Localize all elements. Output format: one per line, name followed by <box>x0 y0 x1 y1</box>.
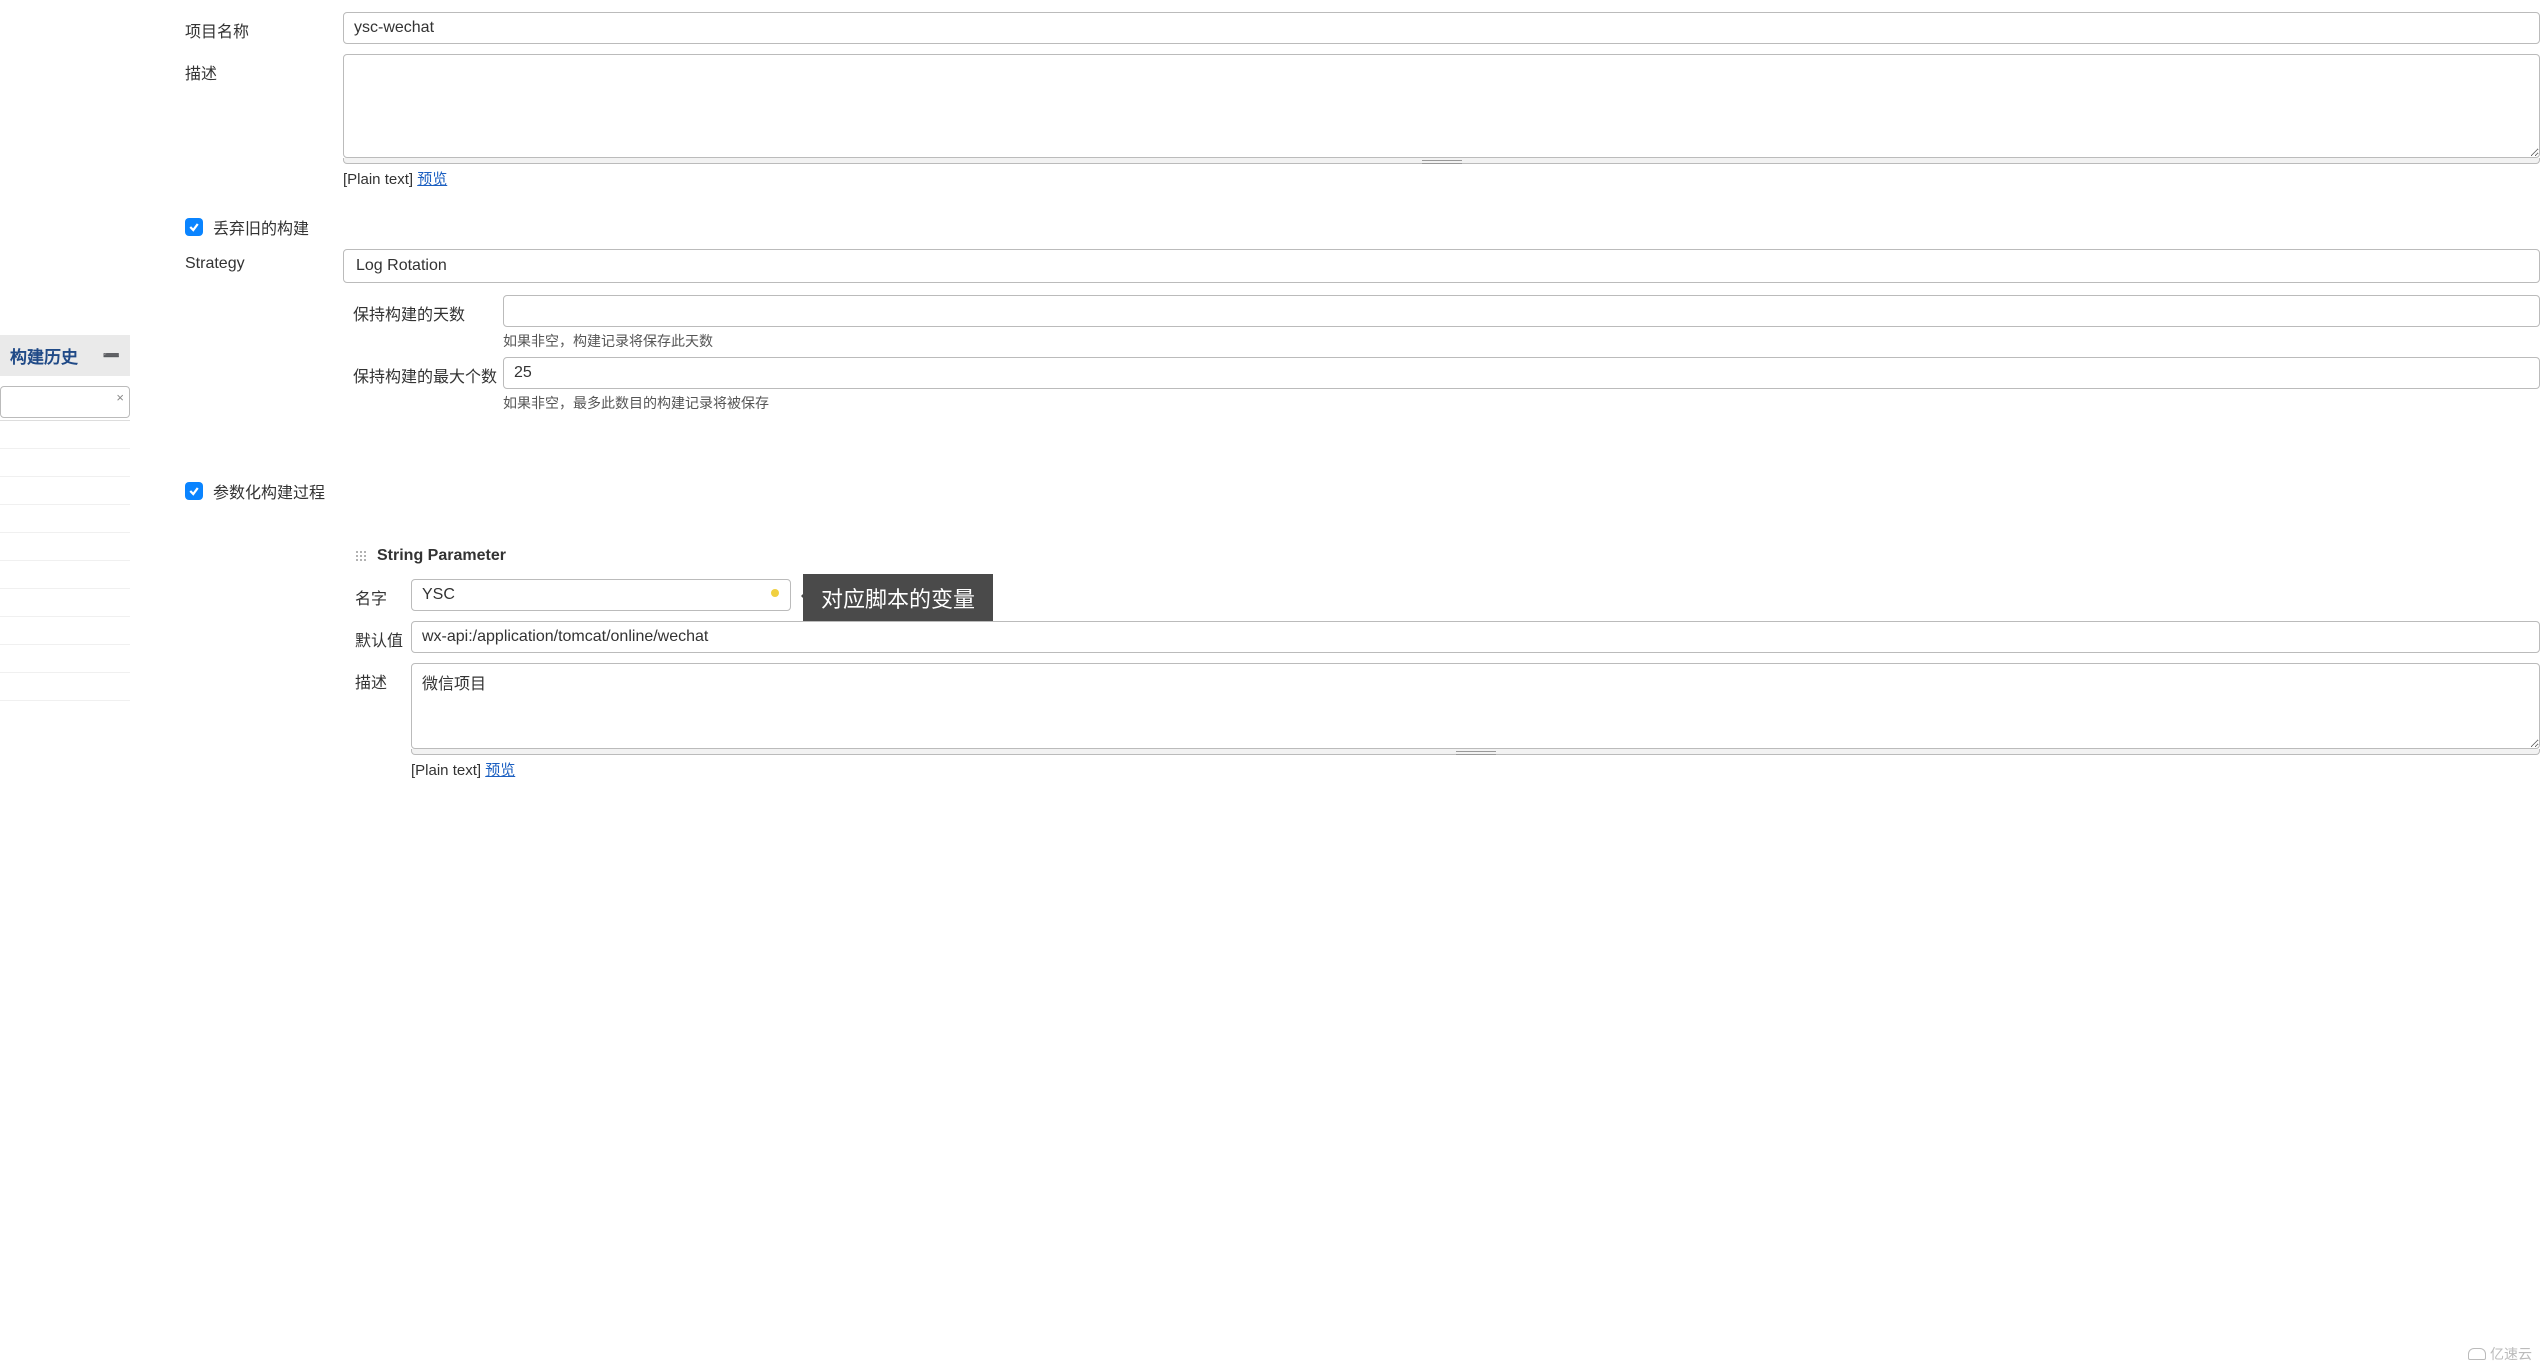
max-help-text: 如果非空，最多此数目的构建记录将被保存 <box>503 393 2540 413</box>
plain-text-label: [Plain text] <box>343 171 413 188</box>
list-item[interactable] <box>0 449 130 477</box>
list-item[interactable] <box>0 673 130 701</box>
preview-link[interactable]: 预览 <box>485 762 515 779</box>
days-help-text: 如果非空，构建记录将保存此天数 <box>503 331 2540 351</box>
preview-link[interactable]: 预览 <box>417 171 447 188</box>
collapse-icon[interactable]: ➖ <box>103 347 120 364</box>
project-name-input[interactable] <box>343 12 2540 44</box>
parameterized-checkbox[interactable] <box>185 482 203 500</box>
list-item[interactable] <box>0 477 130 505</box>
clear-search-icon[interactable]: × <box>116 390 124 405</box>
days-to-keep-label: 保持构建的天数 <box>353 295 503 325</box>
max-builds-input[interactable] <box>503 357 2540 389</box>
discard-old-builds-checkbox[interactable] <box>185 218 203 236</box>
build-history-title: 构建历史 <box>10 343 78 368</box>
param-desc-label: 描述 <box>355 663 411 693</box>
sidebar: 构建历史 ➖ × <box>0 0 130 1370</box>
list-item[interactable] <box>0 421 130 449</box>
indicator-dot-icon <box>771 589 779 597</box>
list-item[interactable] <box>0 645 130 673</box>
resize-handle[interactable] <box>411 749 2540 755</box>
resize-handle[interactable] <box>343 158 2540 164</box>
discard-old-builds-label: 丢弃旧的构建 <box>213 215 309 239</box>
build-history-list <box>0 421 130 701</box>
list-item[interactable] <box>0 533 130 561</box>
list-item[interactable] <box>0 505 130 533</box>
watermark-text: 亿速云 <box>2490 1344 2532 1364</box>
list-item[interactable] <box>0 589 130 617</box>
max-builds-label: 保持构建的最大个数 <box>353 357 503 387</box>
param-name-input[interactable] <box>411 579 791 611</box>
drag-handle-icon[interactable] <box>355 550 367 562</box>
param-name-label: 名字 <box>355 579 411 609</box>
description-textarea[interactable] <box>343 54 2540 158</box>
config-form: 项目名称 描述 [Plain text] 预览 丢 <box>130 0 2540 1370</box>
param-default-label: 默认值 <box>355 621 411 651</box>
build-history-header[interactable]: 构建历史 ➖ <box>0 335 130 376</box>
description-label: 描述 <box>185 54 343 84</box>
build-history-search-input[interactable] <box>0 386 130 418</box>
check-icon <box>188 221 200 233</box>
parameterized-label: 参数化构建过程 <box>213 479 325 503</box>
list-item[interactable] <box>0 617 130 645</box>
plain-text-label: [Plain text] <box>411 762 481 779</box>
param-desc-textarea[interactable] <box>411 663 2540 749</box>
string-parameter-title: String Parameter <box>377 547 506 565</box>
strategy-label: Strategy <box>185 249 343 273</box>
project-name-label: 项目名称 <box>185 12 343 42</box>
param-default-input[interactable] <box>411 621 2540 653</box>
build-history-search: × <box>0 386 130 421</box>
strategy-select[interactable]: Log Rotation <box>343 249 2540 283</box>
discard-old-builds-row[interactable]: 丢弃旧的构建 <box>185 215 343 239</box>
days-to-keep-input[interactable] <box>503 295 2540 327</box>
watermark: 亿速云 <box>2468 1344 2532 1364</box>
parameterized-row[interactable]: 参数化构建过程 <box>185 479 343 503</box>
list-item[interactable] <box>0 561 130 589</box>
tooltip: 对应脚本的变量 <box>803 574 993 622</box>
check-icon <box>188 485 200 497</box>
string-parameter-block: String Parameter 名字 对应脚本的变量 默认值 <box>355 547 2540 780</box>
cloud-icon <box>2468 1348 2486 1360</box>
